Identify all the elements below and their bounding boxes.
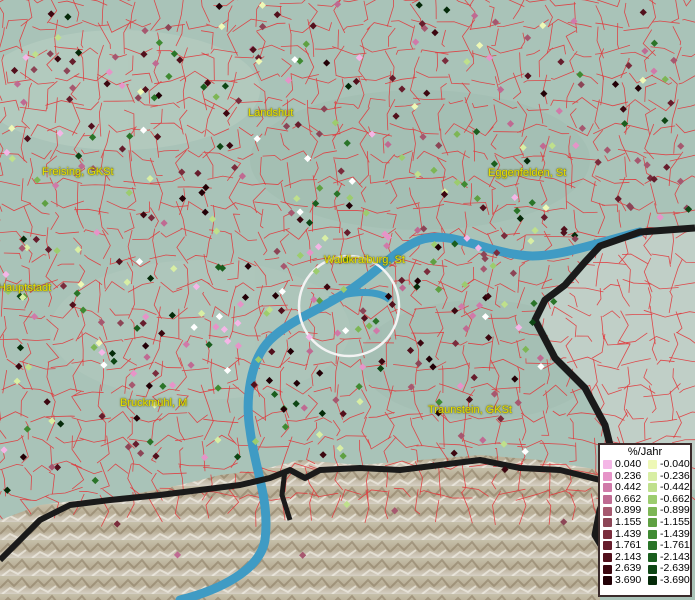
town-label-freising: Freising, GKSt [42,166,114,178]
legend-swatch [603,553,612,563]
legend-entry-positive: 3.690 [600,573,645,587]
legend-swatch [603,576,612,586]
legend-value: -1.761 [660,539,690,552]
legend-swatch [648,518,657,528]
map[interactable]: Landshut Freising, GKSt Eggenfelden, St … [0,0,695,600]
legend-swatch [603,460,612,470]
legend-title: %/Jahr [627,446,663,458]
town-label-landshut: Landshut [248,107,294,119]
legend-swatch [648,471,657,481]
legend-value: 3.690 [615,573,642,586]
legend-row: 1.761 -1.761 [600,540,690,552]
legend: %/Jahr 0.040 -0.040 0.236 -0.236 0.442 -0.442… [598,443,692,597]
legend-swatch [648,553,657,563]
town-label-waldkraiburg: Waldkraiburg, St [324,254,405,266]
legend-swatch [603,471,612,481]
legend-swatch [648,564,657,574]
legend-rows: 0.040 -0.040 0.236 -0.236 0.442 -0.442 0.662 -0… [600,458,690,587]
legend-swatch [603,518,612,528]
legend-swatch [603,495,612,505]
map-canvas[interactable] [0,0,695,600]
legend-entry-negative: -0.040 [645,458,690,471]
town-label-hauptstadt: Hauptstadt [0,282,52,294]
legend-value: 1.761 [615,539,642,552]
legend-swatch [603,483,612,493]
legend-swatch [603,541,612,551]
town-label-eggenfelden: Eggenfelden, St [488,167,567,179]
legend-row: 0.040 -0.040 [600,458,690,471]
legend-swatch [648,506,657,516]
legend-swatch [648,483,657,493]
legend-swatch [648,529,657,539]
legend-entry-positive: 0.040 [600,458,645,471]
legend-swatch [648,576,657,586]
legend-value: -0.040 [660,458,690,470]
legend-entry-negative: -3.690 [645,573,690,587]
legend-entry-positive: 1.155 [600,515,645,529]
legend-swatch [648,495,657,505]
legend-entry-negative: -1.761 [645,540,690,552]
legend-value: 0.040 [615,458,642,470]
legend-value: 1.155 [615,515,642,528]
legend-swatch [648,460,657,470]
legend-row: 3.690 -3.690 [600,573,690,587]
town-label-traunstein: Traunstein, GKSt [428,404,512,416]
legend-entry-positive: 1.761 [600,540,645,552]
legend-swatch [603,506,612,516]
legend-row: 1.155 -1.155 [600,515,690,529]
town-label-bruckmuehl: Bruckmühl, M [120,397,188,409]
legend-entry-negative: -1.155 [645,515,690,529]
legend-value: -3.690 [660,573,690,586]
legend-swatch [603,529,612,539]
legend-value: -1.155 [660,515,690,528]
legend-swatch [603,564,612,574]
legend-swatch [648,541,657,551]
